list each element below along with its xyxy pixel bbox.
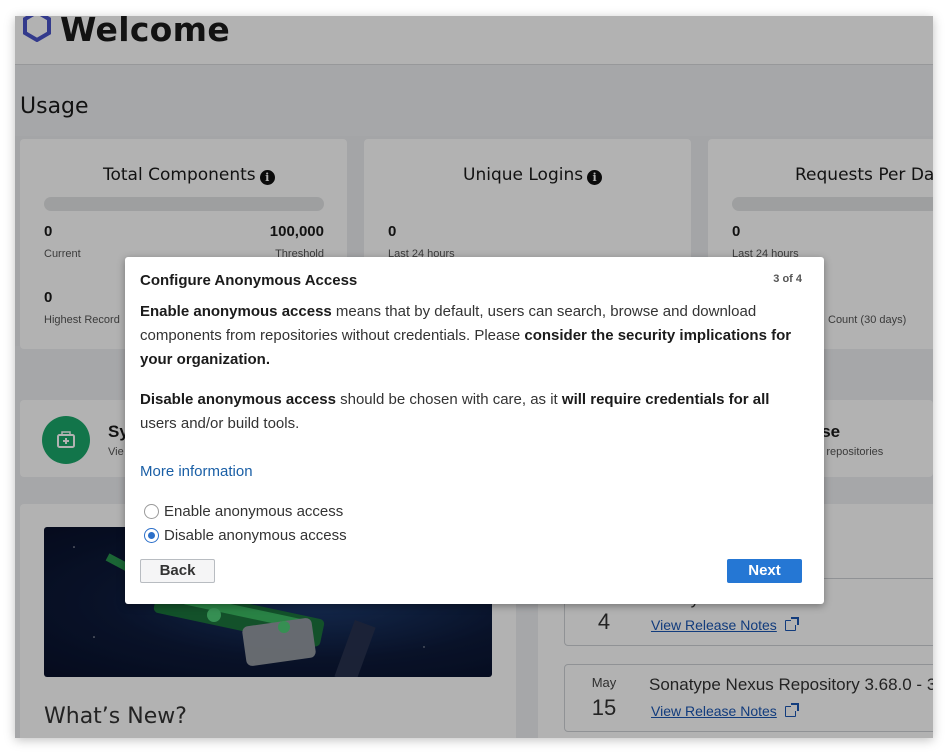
back-button[interactable]: Back [140, 559, 215, 583]
app-frame: Welcome Usage Total Components i 0 100,00… [15, 16, 933, 738]
disable-description-text: should be chosen with care, as it [335, 391, 562, 408]
next-button[interactable]: Next [727, 559, 802, 583]
disable-description-text-end: users and/or build tools. [140, 415, 300, 432]
disable-description: Disable anonymous access should be chose… [140, 388, 810, 436]
radio-button-selected[interactable] [144, 528, 159, 543]
modal-title: Configure Anonymous Access [140, 272, 358, 289]
radio-label: Enable anonymous access [164, 503, 344, 520]
enable-description: Enable anonymous access means that by de… [140, 300, 810, 372]
disable-description-warning: will require credentials for all [561, 391, 770, 408]
disable-anonymous-radio[interactable]: Disable anonymous access [144, 527, 347, 544]
configure-anonymous-access-modal: Configure Anonymous Access 3 of 4 Enable… [125, 257, 824, 604]
enable-anonymous-radio[interactable]: Enable anonymous access [144, 503, 343, 520]
enable-description-bold: Enable anonymous access [140, 303, 332, 320]
step-indicator: 3 of 4 [773, 273, 802, 285]
radio-label: Disable anonymous access [164, 527, 347, 544]
more-information-link[interactable]: More information [140, 463, 253, 480]
radio-button[interactable] [144, 504, 159, 519]
disable-description-bold: Disable anonymous access [140, 391, 336, 408]
